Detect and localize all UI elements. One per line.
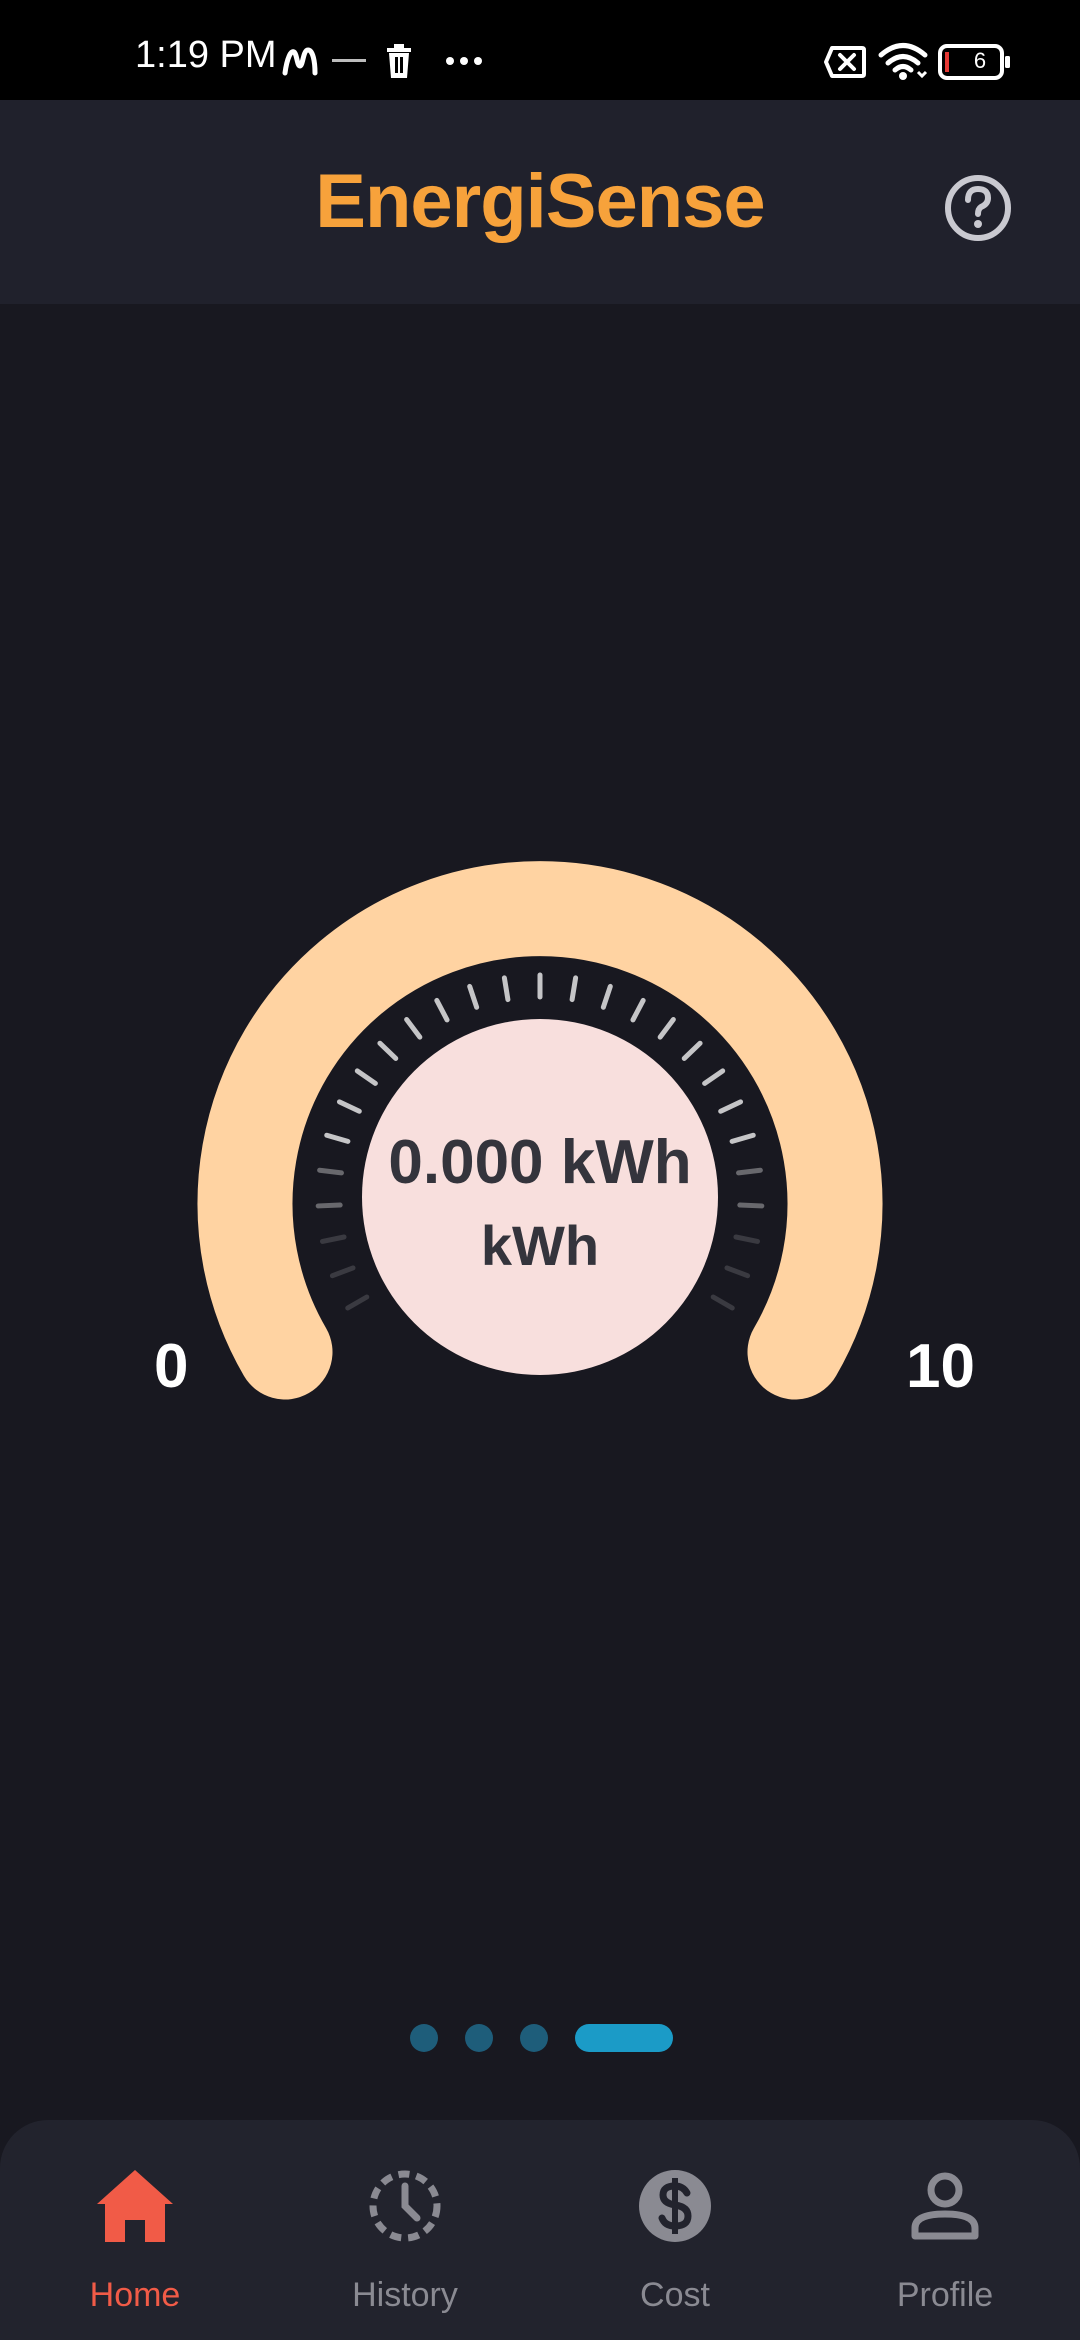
app-header: EnergiSense [0, 100, 1080, 304]
gauge-tick [681, 1040, 703, 1061]
gauge-tick [600, 983, 613, 1010]
gauge-tick [467, 983, 480, 1010]
gauge-tick [336, 1099, 362, 1114]
gauge-tick [702, 1068, 726, 1086]
nav-profile[interactable]: Profile [810, 2120, 1080, 2340]
nav-home-label: Home [89, 2276, 181, 2314]
profile-person-icon [911, 2172, 979, 2240]
app-title: EnergiSense [315, 159, 765, 244]
gauge-unit: kWh [480, 1214, 600, 1277]
gauge-tick [569, 975, 579, 1003]
nav-profile-label: Profile [896, 2276, 994, 2314]
home-icon [97, 2170, 173, 2242]
pager-dot[interactable] [520, 2024, 548, 2052]
app-screen: 1:19 PM 6 EnergiSense 0.000 kWh kWh 0 10… [0, 0, 1080, 2340]
gauge-tick [630, 997, 646, 1023]
gauge-tick [315, 1202, 343, 1209]
gauge-tick [434, 997, 450, 1023]
gauge-tick [377, 1040, 399, 1061]
page-indicator [0, 2024, 1080, 2054]
trash-icon [387, 44, 411, 78]
gauge-min-label: 0 [154, 1332, 189, 1401]
bottom-navigation: Home History Cost Profile [0, 2120, 1080, 2340]
nav-cost-label: Cost [640, 2276, 710, 2314]
gauge-tick [710, 1294, 735, 1311]
gauge-tick [657, 1017, 676, 1040]
pager-dot[interactable] [465, 2024, 493, 2052]
gauge-tick [718, 1099, 744, 1114]
gauge-tick [737, 1202, 765, 1209]
sim-blocked-icon [824, 46, 866, 78]
battery-level: 6 [973, 48, 987, 73]
dollar-coin-icon [639, 2170, 711, 2242]
status-bar: 1:19 PM 6 [0, 0, 1080, 100]
nav-history[interactable]: History [270, 2120, 540, 2340]
more-dots-icon [446, 57, 482, 65]
help-button[interactable] [942, 172, 1014, 244]
gauge-tick [345, 1294, 370, 1311]
pager-dot-active[interactable] [575, 2024, 673, 2052]
notification-text-icon [332, 59, 366, 62]
help-circle-icon [945, 175, 1011, 241]
history-clock-icon [369, 2170, 441, 2242]
gauge-tick [354, 1068, 378, 1086]
gauge-tick [404, 1017, 423, 1040]
gauge-max-label: 10 [906, 1332, 975, 1401]
pager-dot[interactable] [410, 2024, 438, 2052]
gauge-tick [501, 975, 511, 1003]
nav-history-label: History [352, 2276, 458, 2314]
m-brand-icon [282, 47, 318, 76]
status-time: 1:19 PM [135, 34, 277, 76]
gauge-center [362, 1019, 718, 1375]
nav-home[interactable]: Home [0, 2120, 270, 2340]
nav-cost[interactable]: Cost [540, 2120, 810, 2340]
wifi-icon [878, 43, 928, 80]
gauge-value: 0.000 kWh [388, 1128, 692, 1197]
